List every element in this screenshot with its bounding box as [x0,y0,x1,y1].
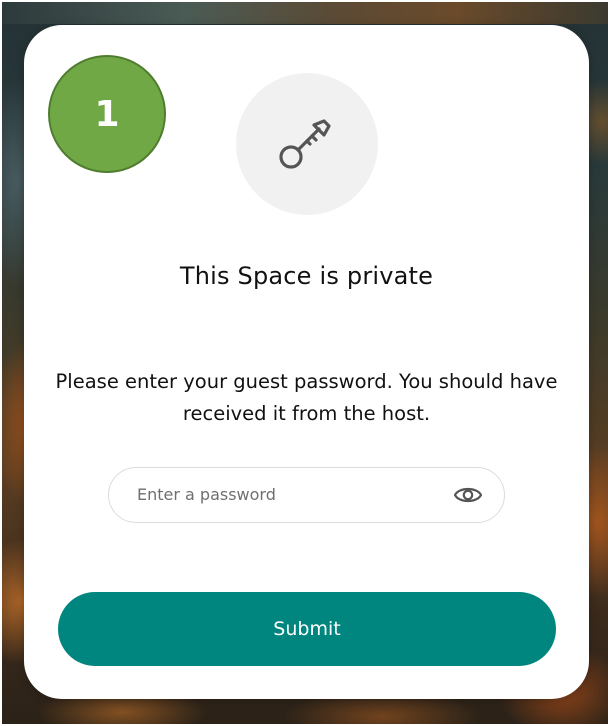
password-field[interactable] [108,467,505,523]
dialog-instructions: Please enter your guest password. You sh… [55,370,558,425]
step-number: 1 [94,93,120,135]
submit-button[interactable]: Submit [58,592,556,666]
dialog-title: This Space is private [179,262,434,290]
step-number-badge: 1 [48,55,166,173]
key-icon-circle [236,73,378,215]
screen: 1 This Space is private Please enter you… [0,0,608,726]
background-top-strip [2,2,608,24]
show-password-toggle[interactable] [452,481,484,509]
eye-icon [453,487,483,503]
password-input[interactable] [137,468,437,521]
key-icon [279,119,331,169]
